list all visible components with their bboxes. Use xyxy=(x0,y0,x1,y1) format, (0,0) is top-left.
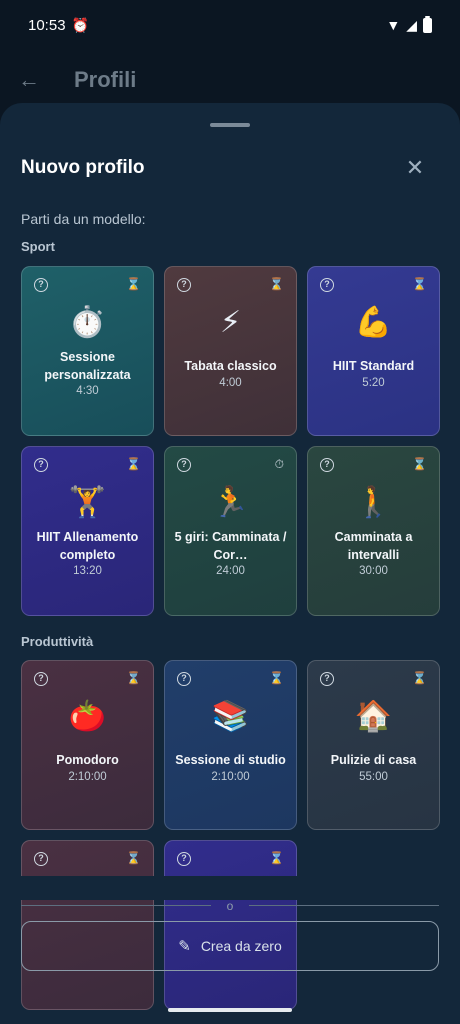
template-name: HIIT Allenamento completo xyxy=(36,530,139,562)
template-name: Sessione di studio xyxy=(175,753,286,767)
create-from-scratch-button[interactable]: ✎ Crea da zero xyxy=(21,921,439,971)
template-card[interactable]: ? ⌛ 🚶 Camminata a intervalli 30:00 xyxy=(307,446,440,616)
template-name: 5 giri: Camminata / Cor… xyxy=(174,530,287,562)
template-card[interactable]: ? ⌛ ⏱️ Sessione personalizzata 4:30 xyxy=(21,266,154,436)
battery-icon xyxy=(423,15,432,33)
hourglass-icon: ⌛ xyxy=(126,851,141,865)
template-duration: 30:00 xyxy=(359,565,388,577)
template-card[interactable]: ? ⌛ 🏠 Pulizie di casa 55:00 xyxy=(307,660,440,830)
help-icon[interactable]: ? xyxy=(177,672,191,686)
template-card[interactable]: ? ⌛ ⚡ Tabata classico 4:00 xyxy=(164,266,297,436)
template-card[interactable]: ? ⌛ 📚 Sessione di studio 2:10:00 xyxy=(164,660,297,830)
sheet-drag-handle[interactable] xyxy=(210,123,250,127)
hourglass-icon: ⌛ xyxy=(412,457,427,471)
tomato-icon: 🍅 xyxy=(68,700,107,733)
template-duration: 24:00 xyxy=(216,565,245,577)
create-button-label: Crea da zero xyxy=(200,938,282,954)
template-name: HIIT Standard xyxy=(332,359,415,373)
divider-line xyxy=(249,905,439,906)
template-name: Pulizie di casa xyxy=(330,753,417,767)
template-card[interactable]: ? ⏱ 🏃 5 giri: Camminata / Cor… 24:00 xyxy=(164,446,297,616)
page-title: Profili xyxy=(74,67,137,92)
help-icon[interactable]: ? xyxy=(34,672,48,686)
divider-text: o xyxy=(226,899,234,913)
stopwatch-icon: ⏱️ xyxy=(68,306,107,339)
alarm-icon: ⏰ xyxy=(71,16,89,33)
back-arrow-icon[interactable]: ← xyxy=(18,67,42,93)
gesture-bar[interactable] xyxy=(168,1008,292,1012)
timer-icon: ⏱ xyxy=(274,457,284,471)
section-produttivita: Produttività xyxy=(21,634,94,649)
template-duration: 2:10:00 xyxy=(68,771,107,783)
template-duration: 55:00 xyxy=(359,771,388,783)
flexed-biceps-icon: 💪 xyxy=(354,306,393,339)
template-name: Tabata classico xyxy=(184,359,277,373)
hourglass-icon: ⌛ xyxy=(126,277,141,291)
help-icon[interactable]: ? xyxy=(320,672,334,686)
help-icon[interactable]: ? xyxy=(320,458,334,472)
runner-icon: 🏃 xyxy=(211,486,250,519)
edit-note-icon: ✎ xyxy=(178,938,191,955)
help-icon[interactable]: ? xyxy=(34,458,48,472)
template-subtitle: Parti da un modello: xyxy=(21,211,146,227)
help-icon[interactable]: ? xyxy=(177,852,191,866)
scroll-fade xyxy=(0,876,460,900)
template-duration: 13:20 xyxy=(73,565,102,577)
section-sport: Sport xyxy=(21,239,55,254)
hourglass-icon: ⌛ xyxy=(412,671,427,685)
close-icon[interactable]: ✕ xyxy=(402,155,428,181)
app-bar: ← Profili xyxy=(0,56,460,104)
sheet-title: Nuovo profilo xyxy=(21,157,145,178)
template-card[interactable]: ? ⌛ 💪 HIIT Standard 5:20 xyxy=(307,266,440,436)
template-name: Camminata a intervalli xyxy=(334,530,413,562)
help-icon[interactable]: ? xyxy=(320,278,334,292)
new-profile-sheet: Nuovo profilo ✕ Parti da un modello: Spo… xyxy=(0,103,460,1024)
help-icon[interactable]: ? xyxy=(34,278,48,292)
signal-icon: ◢ xyxy=(406,16,417,33)
template-duration: 5:20 xyxy=(362,377,385,389)
wifi-icon: ▼ xyxy=(386,17,401,33)
hourglass-icon: ⌛ xyxy=(126,457,141,471)
hourglass-icon: ⌛ xyxy=(412,277,427,291)
help-icon[interactable]: ? xyxy=(34,852,48,866)
template-card[interactable]: ? ⌛ 🍅 Pomodoro 2:10:00 xyxy=(21,660,154,830)
house-icon: 🏠 xyxy=(354,700,393,733)
weightlifter-icon: 🏋️ xyxy=(68,486,107,519)
hourglass-icon: ⌛ xyxy=(126,671,141,685)
walker-icon: 🚶 xyxy=(354,486,393,519)
template-name: Pomodoro xyxy=(56,753,119,767)
status-bar: 10:53 ⏰ ▼ ◢ xyxy=(0,0,460,50)
template-card[interactable]: ? ⌛ 🏋️ HIIT Allenamento completo 13:20 xyxy=(21,446,154,616)
template-name: Sessione personalizzata xyxy=(44,350,131,382)
books-icon: 📚 xyxy=(211,700,250,733)
hourglass-icon: ⌛ xyxy=(269,851,284,865)
status-icons: ▼ ◢ xyxy=(386,15,432,34)
help-icon[interactable]: ? xyxy=(177,278,191,292)
or-divider: o xyxy=(21,899,439,913)
lightning-icon: ⚡ xyxy=(219,306,242,339)
template-duration: 4:00 xyxy=(219,377,242,389)
template-duration: 2:10:00 xyxy=(211,771,250,783)
status-time: 10:53 xyxy=(28,16,66,34)
hourglass-icon: ⌛ xyxy=(269,671,284,685)
hourglass-icon: ⌛ xyxy=(269,277,284,291)
template-duration: 4:30 xyxy=(76,385,99,397)
help-icon[interactable]: ? xyxy=(177,458,191,472)
divider-line xyxy=(21,905,211,906)
